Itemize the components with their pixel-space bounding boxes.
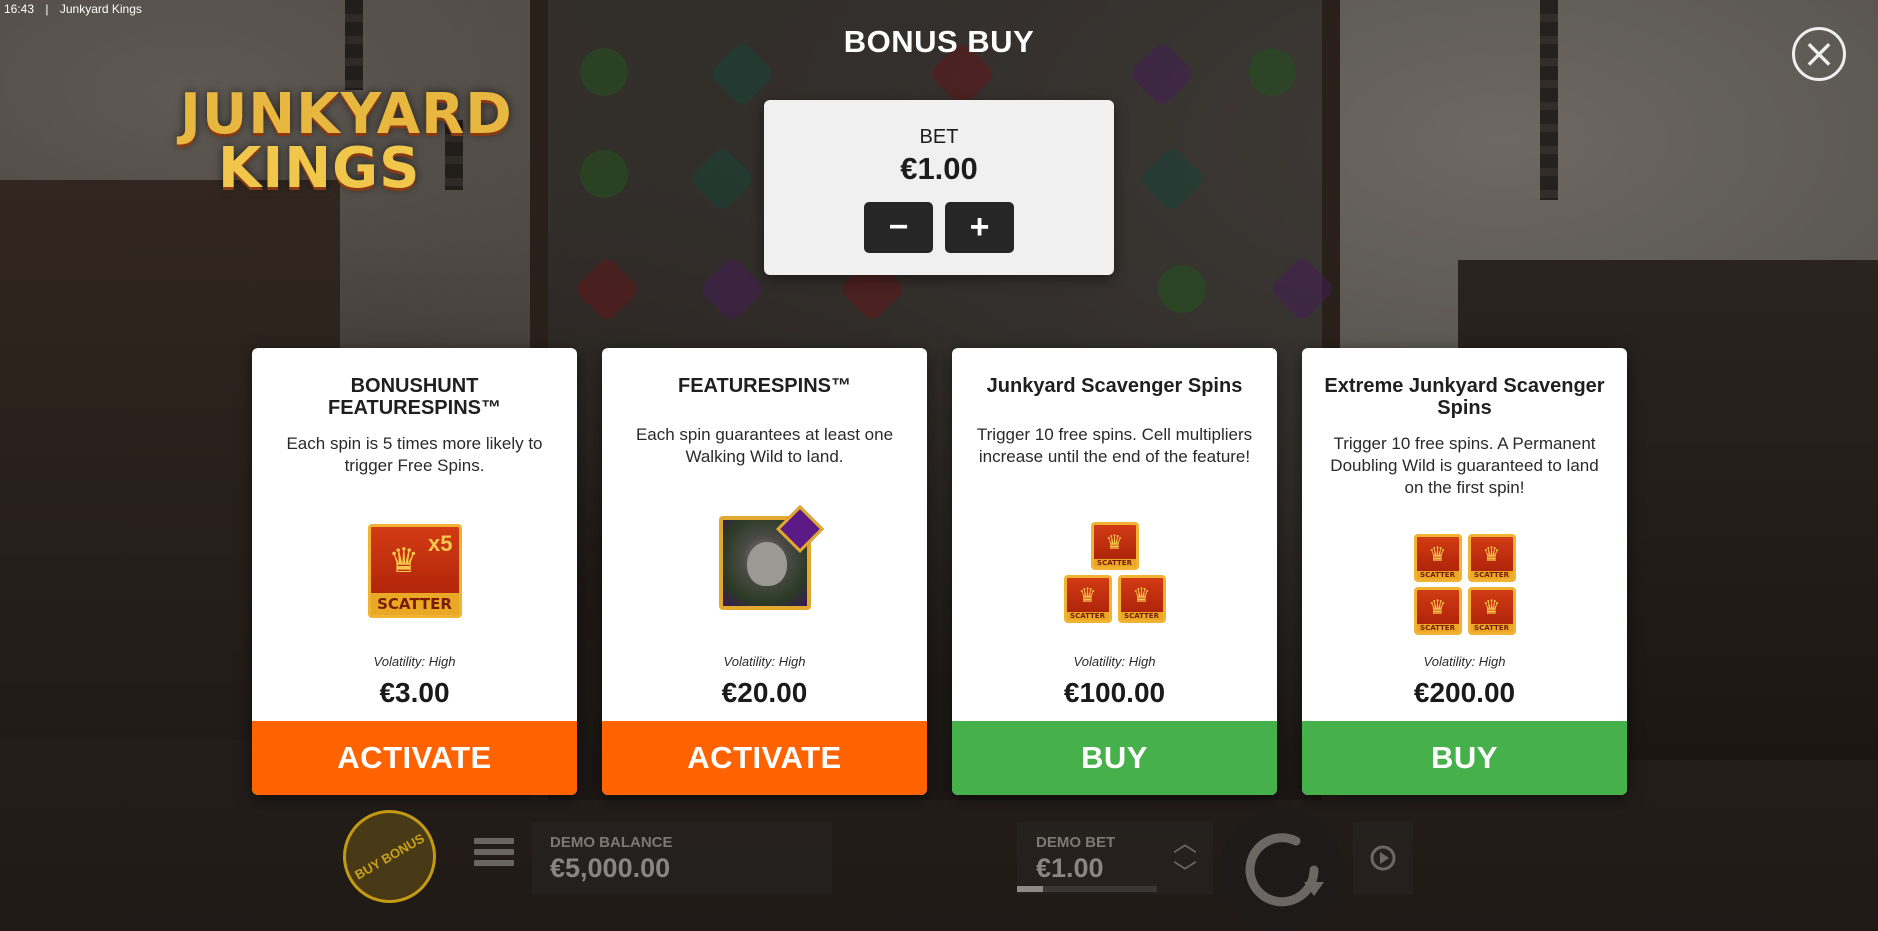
scatter-tile: ♛ SCATTER	[1413, 587, 1462, 635]
status-separator: |	[45, 2, 49, 16]
game-logo: JUNKYARD KINGS	[180, 87, 512, 208]
scatter-tile: ♛ SCATTER	[1090, 522, 1139, 570]
spin-button[interactable]	[1220, 808, 1344, 931]
buy-button[interactable]: BUY	[1302, 721, 1627, 795]
scatter-label: SCATTER	[1093, 559, 1136, 567]
demo-bet-label: DEMO BET	[1036, 834, 1116, 851]
bet-value: €1.00	[900, 151, 978, 186]
card-price: €200.00	[1413, 677, 1516, 708]
card-title: Extreme Junkyard Scavenger Spins	[1324, 375, 1605, 419]
card-volatility: Volatility: High	[373, 654, 456, 669]
wild-tile	[718, 504, 824, 610]
card-description: Trigger 10 free spins. A Permanent Doubl…	[1330, 434, 1599, 497]
card-title: Junkyard Scavenger Spins	[986, 375, 1243, 397]
bonus-card-featurespins: FEATURESPINS™ Each spin guarantees at le…	[602, 348, 927, 795]
status-time: 16:43	[4, 2, 35, 16]
card-price: €3.00	[379, 677, 450, 708]
balance-label: DEMO BALANCE	[550, 834, 673, 851]
status-app-title: Junkyard Kings	[59, 2, 142, 16]
demo-bet-value: €1.00	[1036, 853, 1104, 883]
close-button[interactable]: ×	[1792, 27, 1846, 81]
scatter-tile: ♛ x5 SCATTER	[367, 524, 462, 618]
dialog-title: BONUS BUY	[843, 24, 1035, 59]
scatter-label: SCATTER	[1470, 571, 1513, 579]
card-volatility: Volatility: High	[1423, 654, 1506, 669]
bet-increase-button[interactable]: +	[945, 202, 1014, 253]
bet-decrease-button[interactable]: −	[864, 202, 933, 253]
autoplay-button[interactable]	[1353, 822, 1413, 894]
scatter-label: SCATTER	[1470, 624, 1513, 632]
walking-wild-icon	[602, 504, 927, 610]
card-price: €20.00	[721, 677, 808, 708]
close-icon: ×	[1802, 31, 1836, 77]
bonus-card-scavenger-spins: Junkyard Scavenger Spins Trigger 10 free…	[952, 348, 1277, 795]
scatter-label: SCATTER	[1066, 612, 1109, 620]
bet-level-fill	[1017, 886, 1043, 892]
scatter-label: SCATTER	[1120, 612, 1163, 620]
scatter-tile: ♛ SCATTER	[1117, 575, 1166, 623]
bet-label: BET	[919, 126, 959, 148]
status-bar: 16:43 | Junkyard Kings	[4, 2, 150, 16]
card-title: FEATURESPINS™	[678, 375, 851, 397]
crown-icon: ♛	[388, 541, 419, 581]
crown-icon: ♛	[1428, 595, 1447, 619]
crown-icon: ♛	[1428, 542, 1447, 566]
scatter-tile: ♛ SCATTER	[1413, 534, 1462, 582]
scatter-tile: ♛ SCATTER	[1467, 534, 1516, 582]
menu-icon	[474, 838, 514, 866]
bet-level-track	[1017, 886, 1157, 892]
scatter-grid: ♛ SCATTER ♛ SCATTER ♛ SCATTER ♛ SCATTER	[1413, 534, 1516, 635]
menu-button[interactable]	[474, 838, 514, 872]
demo-bet[interactable]: DEMO BET €1.00	[1017, 822, 1157, 894]
card-volatility: Volatility: High	[1073, 654, 1156, 669]
crown-icon: ♛	[1482, 595, 1501, 619]
bonus-card-extreme-scavenger-spins: Extreme Junkyard Scavenger Spins Trigger…	[1302, 348, 1627, 795]
scatter-label: SCATTER	[1416, 571, 1459, 579]
autoplay-icon	[1370, 845, 1396, 871]
crown-icon: ♛	[1132, 583, 1151, 607]
bonus-card-bonushunt: BONUSHUNT FEATURESPINS™ Each spin is 5 t…	[252, 348, 577, 795]
crown-icon: ♛	[1482, 542, 1501, 566]
chevron-down-icon[interactable]: ﹀	[1173, 858, 1197, 888]
bonus-cards: BONUSHUNT FEATURESPINS™ Each spin is 5 t…	[252, 348, 1627, 795]
chevron-up-icon[interactable]: ︿	[1173, 828, 1197, 858]
scatter-tile: ♛ SCATTER	[1063, 575, 1112, 623]
crown-icon: ♛	[1078, 583, 1097, 607]
four-scatters-icon: ♛ SCATTER ♛ SCATTER ♛ SCATTER ♛ SCATTER	[1302, 534, 1627, 635]
bet-arrows: ︿ ﹀	[1157, 822, 1213, 894]
spin-icon	[1245, 833, 1324, 907]
three-scatters-icon: ♛ SCATTER ♛ SCATTER ♛ SCATTER	[952, 522, 1277, 623]
demo-balance: DEMO BALANCE €5,000.00	[532, 822, 832, 894]
scatter-tile: ♛ SCATTER	[1467, 587, 1516, 635]
card-description: Trigger 10 free spins. Cell multipliers …	[976, 425, 1253, 466]
card-description: Each spin is 5 times more likely to trig…	[286, 434, 543, 475]
card-description: Each spin guarantees at least one Walkin…	[635, 425, 894, 466]
rat-face	[746, 542, 787, 586]
scatter-label: SCATTER	[370, 593, 459, 615]
activate-button[interactable]: ACTIVATE	[252, 721, 577, 795]
scatter-row: ♛ SCATTER ♛ SCATTER	[1063, 575, 1166, 623]
balance-value: €5,000.00	[550, 853, 671, 883]
activate-button[interactable]: ACTIVATE	[602, 721, 927, 795]
card-price: €100.00	[1063, 677, 1166, 708]
buy-button[interactable]: BUY	[952, 721, 1277, 795]
wild-badge	[775, 504, 824, 554]
crown-icon: ♛	[1105, 530, 1124, 554]
logo-line-2: KINGS	[218, 136, 421, 201]
card-title: BONUSHUNT FEATURESPINS™	[328, 375, 501, 419]
multiplier-label: x5	[428, 531, 453, 556]
card-volatility: Volatility: High	[723, 654, 806, 669]
bet-stepper: − +	[764, 202, 1114, 253]
bet-panel: BET €1.00 − +	[764, 100, 1114, 275]
scatter-label: SCATTER	[1416, 624, 1459, 632]
scatter-x5-icon: ♛ x5 SCATTER	[252, 524, 577, 618]
